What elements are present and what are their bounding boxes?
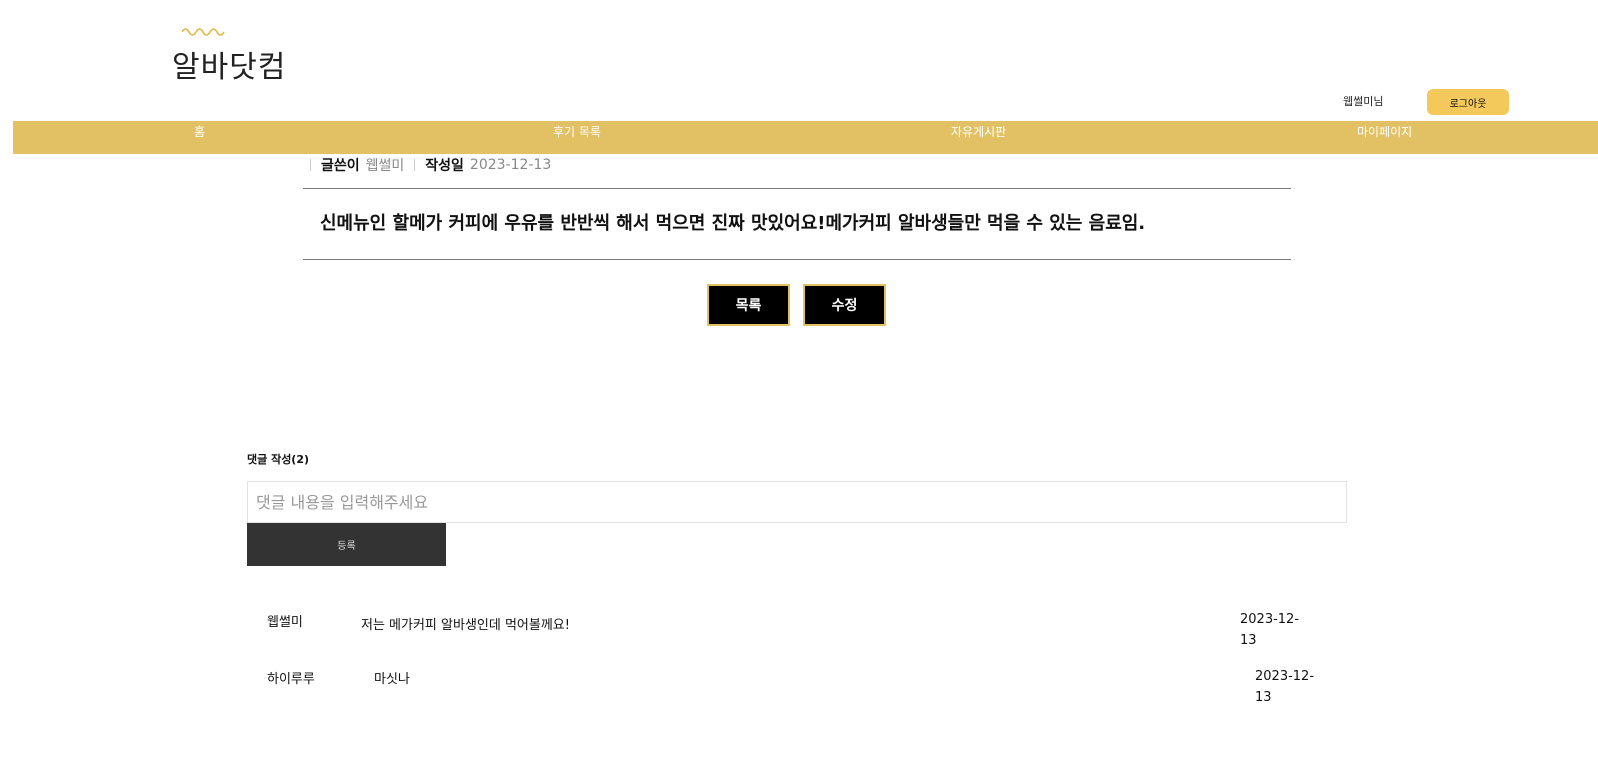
nav-item-home[interactable]: 홈 xyxy=(194,121,205,143)
post-meta: 글쓴이 웹썰미 작성일 2023-12-13 xyxy=(310,155,552,175)
nav-item-reviews[interactable]: 후기 목록 xyxy=(553,121,601,143)
divider xyxy=(303,259,1291,260)
comment-text: 마싯나 xyxy=(374,672,410,687)
divider xyxy=(303,188,1291,189)
site-logo[interactable]: 알바닷컴 xyxy=(172,26,332,92)
date-label: 작성일 xyxy=(425,158,464,174)
comment-author: 웹썰미 xyxy=(267,615,303,630)
logo-text: 알바닷컴 xyxy=(172,50,287,85)
post-author: 웹썰미 xyxy=(365,158,405,174)
list-button[interactable]: 목록 xyxy=(707,284,790,326)
post-content: 신메뉴인 할메가 커피에 우유를 반반씩 해서 먹으면 진짜 맛있어요!메가커피… xyxy=(320,213,1146,234)
logout-button[interactable]: 로그아웃 xyxy=(1427,89,1509,115)
post-date: 2023-12-13 xyxy=(469,157,552,173)
nav-item-mypage[interactable]: 마이페이지 xyxy=(1357,121,1412,143)
nav-item-free-board[interactable]: 자유게시판 xyxy=(951,121,1006,143)
divider xyxy=(310,159,311,171)
edit-button[interactable]: 수정 xyxy=(803,284,886,326)
comment-heading: 댓글 작성(2) xyxy=(247,453,310,466)
divider xyxy=(414,159,416,171)
main-nav: 홈 후기 목록 자유게시판 마이페이지 xyxy=(13,121,1598,154)
user-greeting: 웹썰미님 xyxy=(1343,95,1384,108)
comment-author: 하이루루 xyxy=(267,672,315,687)
page: 알바닷컴 웹썰미님 로그아웃 홈 후기 목록 자유게시판 마이페이지 글쓴이 웹… xyxy=(0,0,1598,774)
comment-text: 저는 메가커피 알바생인데 먹어볼께요! xyxy=(361,618,570,633)
submit-comment-button[interactable]: 등록 xyxy=(247,523,446,566)
comment-date: 2023-12-13 xyxy=(1240,612,1300,648)
author-label: 글쓴이 xyxy=(321,158,360,174)
wave-icon xyxy=(182,28,225,36)
comment-input[interactable] xyxy=(247,481,1347,523)
comment-date: 2023-12-13 xyxy=(1255,669,1315,705)
